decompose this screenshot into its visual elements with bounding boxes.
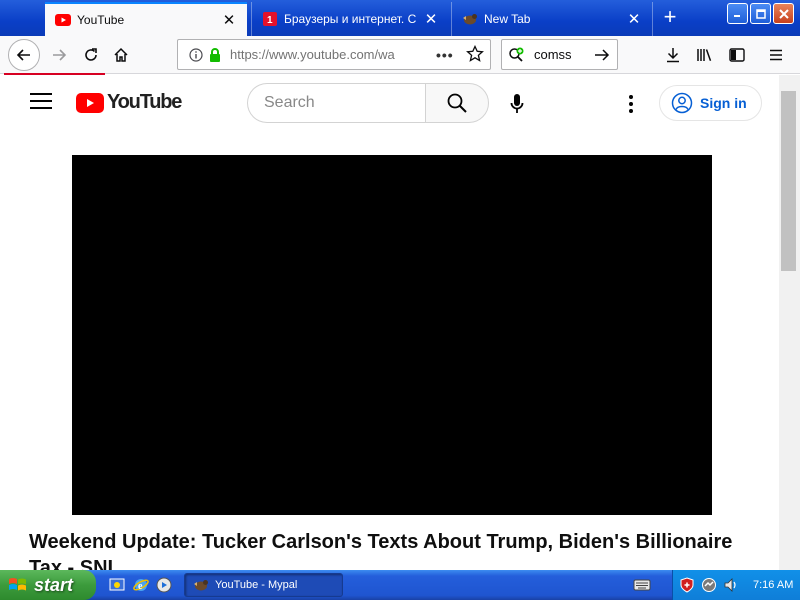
page-actions-icon[interactable]: ••• bbox=[436, 47, 454, 63]
downloads-button[interactable] bbox=[659, 41, 687, 69]
tab-close-icon[interactable]: ✕ bbox=[221, 12, 237, 29]
menu-button[interactable] bbox=[762, 41, 790, 69]
reload-icon bbox=[85, 48, 97, 61]
user-circle-icon bbox=[671, 92, 693, 114]
microphone-icon bbox=[510, 94, 524, 113]
youtube-logo-text: YouTube bbox=[107, 91, 182, 113]
youtube-search-input[interactable] bbox=[264, 94, 424, 112]
search-icon bbox=[447, 93, 467, 113]
bookmark-star-icon[interactable] bbox=[466, 44, 484, 68]
tab-title: YouTube bbox=[77, 13, 125, 27]
mypal-favicon-icon bbox=[462, 11, 478, 27]
security-shield-icon[interactable] bbox=[679, 577, 695, 593]
mypal-icon bbox=[193, 578, 209, 592]
url-bar[interactable]: https://www.youtube.com/wa ••• bbox=[177, 39, 491, 70]
youtube-search-box[interactable] bbox=[247, 83, 426, 123]
svg-text:1: 1 bbox=[267, 15, 273, 26]
voice-search-button[interactable] bbox=[504, 91, 530, 117]
internet-explorer-icon[interactable]: e bbox=[132, 576, 150, 594]
info-icon[interactable] bbox=[186, 47, 206, 62]
arrow-right-icon bbox=[53, 49, 67, 61]
tab-youtube[interactable]: YouTube ✕ bbox=[45, 2, 247, 36]
tab-title: Браузеры и интернет. Скач bbox=[284, 12, 417, 26]
tab-close-icon[interactable]: ✕ bbox=[626, 11, 642, 28]
windows-taskbar: start e YouTube - Mypal 7:16 AM bbox=[0, 570, 800, 600]
tab-title: New Tab bbox=[484, 12, 531, 26]
maximize-icon bbox=[755, 8, 766, 19]
media-player-icon[interactable] bbox=[155, 576, 173, 594]
taskbar-item-youtube-mypal[interactable]: YouTube - Mypal bbox=[184, 573, 343, 597]
youtube-play-icon bbox=[76, 92, 104, 113]
arrow-left-icon bbox=[16, 49, 30, 61]
screen: YouTube ✕ 1 Браузеры и интернет. Скач ✕ … bbox=[0, 0, 800, 600]
youtube-search-button[interactable] bbox=[425, 83, 489, 123]
windows-logo-icon bbox=[9, 578, 26, 591]
sidebar-icon bbox=[729, 48, 745, 62]
video-title: Weekend Update: Tucker Carlson's Texts A… bbox=[29, 531, 733, 570]
library-icon bbox=[697, 49, 712, 62]
sign-in-button[interactable]: Sign in bbox=[659, 85, 762, 121]
reload-button[interactable] bbox=[77, 41, 105, 69]
start-button[interactable]: start bbox=[0, 570, 96, 600]
hamburger-menu-icon bbox=[770, 49, 782, 61]
system-clock[interactable]: 7:16 AM bbox=[753, 579, 793, 591]
show-desktop-icon[interactable] bbox=[108, 576, 126, 594]
scrollbar-thumb[interactable] bbox=[781, 91, 796, 271]
youtube-page: YouTube Sign in Weekend Update: Tucker C… bbox=[0, 75, 779, 570]
home-icon bbox=[114, 47, 128, 62]
close-window-button[interactable] bbox=[773, 3, 794, 24]
search-field-value[interactable]: comss bbox=[534, 47, 591, 62]
tab-close-icon[interactable]: ✕ bbox=[423, 11, 439, 28]
search-engine-icon[interactable] bbox=[508, 47, 530, 63]
network-icon[interactable] bbox=[701, 577, 717, 593]
home-button[interactable] bbox=[107, 41, 135, 69]
tab-new-tab[interactable]: New Tab ✕ bbox=[451, 2, 653, 36]
navigation-toolbar: https://www.youtube.com/wa ••• comss bbox=[0, 36, 800, 74]
lock-icon[interactable] bbox=[206, 47, 224, 62]
sidebar-button[interactable] bbox=[723, 41, 751, 69]
go-arrow-icon[interactable] bbox=[591, 48, 613, 62]
volume-icon[interactable] bbox=[723, 577, 739, 593]
taskbar-item-label: YouTube - Mypal bbox=[215, 579, 298, 591]
minimize-window-button[interactable] bbox=[727, 3, 748, 24]
svg-text:e: e bbox=[138, 581, 143, 592]
sign-in-label: Sign in bbox=[700, 95, 747, 111]
youtube-favicon-icon bbox=[55, 12, 71, 28]
library-button[interactable] bbox=[691, 41, 719, 69]
start-label: start bbox=[34, 574, 74, 595]
minimize-icon bbox=[734, 15, 740, 17]
keyboard-icon[interactable] bbox=[633, 578, 651, 597]
guide-menu-icon[interactable] bbox=[30, 93, 52, 111]
download-icon bbox=[667, 48, 679, 63]
search-bar[interactable]: comss bbox=[501, 39, 618, 70]
tab-browsers[interactable]: 1 Браузеры и интернет. Скач ✕ bbox=[251, 2, 449, 36]
forward-button[interactable] bbox=[45, 41, 73, 69]
tab-strip: YouTube ✕ 1 Браузеры и интернет. Скач ✕ … bbox=[0, 0, 800, 36]
maximize-window-button[interactable] bbox=[750, 3, 771, 24]
page-scrollbar[interactable] bbox=[779, 75, 800, 570]
close-window-icon bbox=[778, 8, 789, 19]
red-site-favicon-icon: 1 bbox=[262, 11, 278, 27]
system-tray: 7:16 AM bbox=[672, 570, 800, 600]
youtube-logo[interactable]: YouTube bbox=[76, 91, 182, 114]
back-button[interactable] bbox=[8, 39, 40, 71]
url-text[interactable]: https://www.youtube.com/wa bbox=[230, 47, 430, 62]
video-player[interactable] bbox=[72, 155, 712, 515]
new-tab-button[interactable]: + bbox=[658, 6, 682, 30]
more-options-icon[interactable] bbox=[620, 91, 642, 117]
